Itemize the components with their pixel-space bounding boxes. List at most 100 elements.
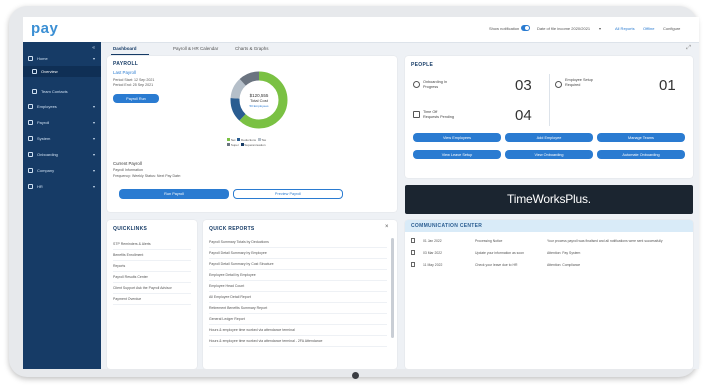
payroll-run-label: Payroll Run xyxy=(126,96,146,101)
reports-scrollbar[interactable] xyxy=(391,238,394,338)
report-item[interactable]: Payroll Detail Summary by Employee xyxy=(209,249,387,259)
message-row[interactable]: 01 Jan 2022 Processing Notice Your proce… xyxy=(411,237,689,246)
donut-legend: Net Deductions Tax xyxy=(227,138,266,142)
message-icon xyxy=(411,262,415,267)
sidebar-item-overview[interactable]: Overview xyxy=(23,66,101,77)
report-item[interactable]: Employee Detail by Employee xyxy=(209,271,387,281)
report-label: Retirement Benefits Summary Report xyxy=(209,306,268,310)
preview-payroll-button[interactable]: Preview Payroll xyxy=(233,189,343,199)
legend-swatch xyxy=(227,138,230,141)
view-employees-button[interactable]: View Employees xyxy=(413,133,501,142)
quicklink-label: Payment Overdue xyxy=(113,297,142,301)
sidebar-item-employees[interactable]: Employees ▾ xyxy=(23,102,101,111)
stat-divider xyxy=(549,74,550,126)
quicklink-item[interactable]: Client Support Ask the Payroll Advisor xyxy=(113,284,191,294)
last-payroll-label: Last Payroll xyxy=(113,70,136,75)
quicklink-item[interactable]: Reports xyxy=(113,262,191,272)
message-icon xyxy=(411,250,415,255)
report-item[interactable]: General Ledger Report xyxy=(209,315,387,325)
report-item[interactable]: Retirement Benefits Summary Report xyxy=(209,304,387,314)
message-subject: Attention: Compliance xyxy=(547,263,581,267)
quicklink-item[interactable]: Benefits Enrollment xyxy=(113,251,191,261)
payroll-icon xyxy=(28,120,33,125)
employees-icon xyxy=(28,104,33,109)
employee-setup-icon xyxy=(555,81,562,88)
legend-swatch xyxy=(237,138,241,141)
manage-teams-label: Manage Teams xyxy=(628,135,654,140)
timeworksplus-banner[interactable]: TimeWorksPlus. xyxy=(405,185,693,214)
report-item[interactable]: Payroll Detail Summary by Cost Structure xyxy=(209,260,387,270)
payroll-run-button[interactable]: Payroll Run xyxy=(113,94,159,103)
legend-item: Deductions xyxy=(241,138,257,142)
overview-icon xyxy=(32,69,37,74)
all-reports-link[interactable]: All Reports xyxy=(615,26,635,31)
time-off-stat-label: Time Off Requests Pending xyxy=(423,110,454,120)
offline-link[interactable]: Offline xyxy=(643,26,655,31)
onboarding-icon xyxy=(28,152,33,157)
report-item[interactable]: Hours & employee time worked via attenda… xyxy=(209,337,387,347)
message-subject: Attention: Pay System xyxy=(547,251,581,255)
quicklink-item[interactable]: Payroll Results Center xyxy=(113,273,191,283)
communication-center-title: COMMUNICATION CENTER xyxy=(411,223,483,229)
report-label: Payroll Detail Summary by Cost Structure xyxy=(209,262,274,266)
message-from: Update your information as soon xyxy=(475,251,525,255)
sidebar-item-system[interactable]: System ▾ xyxy=(23,134,101,143)
close-icon[interactable]: × xyxy=(385,224,389,230)
expand-icon[interactable]: ⤢ xyxy=(686,45,691,52)
sidebar-item-onboarding[interactable]: Onboarding ▾ xyxy=(23,150,101,159)
report-item[interactable]: Hours & employee time worked via attenda… xyxy=(209,326,387,336)
message-subject: Your process payroll was finalised and a… xyxy=(547,239,663,243)
sidebar-item-label: Home xyxy=(37,56,48,61)
period-end: Period End: 25 Sep 2021 xyxy=(113,83,154,87)
donut-legend-row2: Super Superannuation xyxy=(227,143,266,147)
active-tab-indicator xyxy=(111,54,149,55)
quicklink-item[interactable]: STP Reminders & Alerts xyxy=(113,240,191,250)
view-leave-setup-button[interactable]: View Leave Setup xyxy=(413,150,501,159)
view-leave-setup-label: View Leave Setup xyxy=(441,152,473,157)
legend-swatch xyxy=(257,138,261,141)
date-selector[interactable]: Date of file income 2020/2021 xyxy=(537,26,590,31)
report-label: Employee Detail by Employee xyxy=(209,273,256,277)
view-onboarding-button[interactable]: View Onboarding xyxy=(505,150,593,159)
current-payroll-label: Current Payroll xyxy=(113,161,142,166)
report-label: Employee Head Count xyxy=(209,284,245,288)
app-screen: pay Show notification Date of file incom… xyxy=(23,17,699,369)
message-row[interactable]: 11 May 2022 Check your leave due to HR A… xyxy=(411,261,689,270)
chevron-down-icon[interactable]: ▾ xyxy=(599,26,601,31)
quicklink-item[interactable]: Payment Overdue xyxy=(113,295,191,305)
sidebar-item-team-contacts[interactable]: Team Contacts xyxy=(23,87,101,96)
automate-onboarding-button[interactable]: Automate Onboarding xyxy=(597,150,685,159)
legend-item: Net xyxy=(230,138,236,142)
sidebar-item-home[interactable]: Home ▾ xyxy=(23,54,101,63)
tab-dashboard[interactable]: Dashboard xyxy=(113,46,137,51)
tab-payroll-hr-calendar[interactable]: Payroll & HR Calendar xyxy=(173,46,218,51)
app-logo[interactable]: pay xyxy=(31,20,58,37)
report-item[interactable]: All Employee Detail Report xyxy=(209,293,387,303)
sidebar-item-company[interactable]: Company ▾ xyxy=(23,166,101,175)
stat-label-line: Requests Pending xyxy=(423,115,455,119)
quicklink-label: Client Support Ask the Payroll Advisor xyxy=(113,286,172,290)
collapse-sidebar-icon[interactable]: « xyxy=(92,45,95,51)
quicklink-label: Payroll Results Center xyxy=(113,275,148,279)
notification-toggle[interactable] xyxy=(521,25,530,31)
view-employees-label: View Employees xyxy=(443,135,471,140)
chevron-down-icon: ▾ xyxy=(92,120,95,125)
chevron-down-icon: ▾ xyxy=(92,104,95,109)
employee-setup-stat-label: Employee Setup Required xyxy=(565,78,593,88)
sidebar-item-payroll[interactable]: Payroll ▾ xyxy=(23,118,101,127)
home-button[interactable] xyxy=(352,372,359,379)
sidebar-item-label: Payroll xyxy=(37,120,50,125)
donut-center-label: Total Cost xyxy=(250,98,269,103)
run-payroll-button[interactable]: Run Payroll xyxy=(119,189,229,199)
manage-teams-button[interactable]: Manage Teams xyxy=(597,133,685,142)
report-item[interactable]: Payroll Summary Totals by Deductions xyxy=(209,238,387,248)
sidebar-item-label: Company xyxy=(37,168,55,173)
report-item[interactable]: Employee Head Count xyxy=(209,282,387,292)
sidebar-item-hr[interactable]: HR ▾ xyxy=(23,182,101,191)
report-label: Hours & employee time worked via attenda… xyxy=(209,328,295,332)
configure-link[interactable]: Configure xyxy=(663,26,680,31)
add-employee-button[interactable]: Add Employee xyxy=(505,133,593,142)
tab-charts-graphs[interactable]: Charts & Graphs xyxy=(235,46,269,51)
message-row[interactable]: 03 Mar 2022 Update your information as s… xyxy=(411,249,689,258)
communication-center-card: COMMUNICATION CENTER 01 Jan 2022 Process… xyxy=(405,220,693,369)
